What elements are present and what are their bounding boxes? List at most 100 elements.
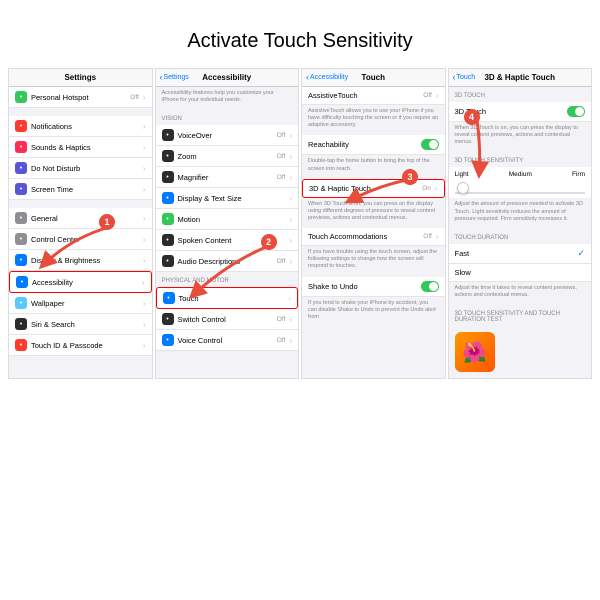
row-personal-hotspot[interactable]: •Personal HotspotOff› (9, 87, 152, 108)
row-slow[interactable]: Slow (449, 264, 592, 282)
label: Zoom (178, 152, 273, 161)
section-vision: VISION (156, 110, 299, 125)
row-touch-accommodations[interactable]: Touch AccommodationsOff› (302, 228, 445, 246)
description: AssistiveTouch allows you to use your iP… (302, 105, 445, 135)
label: Siri & Search (31, 320, 139, 329)
page-title: Activate Touch Sensitivity (0, 0, 600, 68)
app-icon: • (162, 213, 174, 225)
description: If you tend to shake your iPhone by acci… (302, 297, 445, 327)
row-switch-control[interactable]: • Switch Control Off› (156, 309, 299, 330)
chevron-right-icon: › (143, 185, 146, 194)
header-title: Settings (9, 73, 152, 82)
chevron-right-icon: › (289, 257, 292, 266)
label: Sounds & Haptics (31, 143, 139, 152)
app-icon: • (162, 255, 174, 267)
app-icon: • (15, 254, 27, 266)
test-image[interactable]: 🌺 (455, 332, 495, 372)
slider-thumb[interactable] (457, 182, 469, 194)
chevron-right-icon: › (143, 93, 146, 102)
app-icon: • (162, 129, 174, 141)
chevron-right-icon: › (289, 194, 292, 203)
section-test: 3D TOUCH SENSITIVITY AND TOUCH DURATION … (449, 305, 592, 326)
chevron-right-icon: › (289, 315, 292, 324)
label: Touch ID & Passcode (31, 341, 139, 350)
detail: Off (423, 233, 432, 240)
label: Switch Control (178, 315, 273, 324)
app-icon: • (15, 297, 27, 309)
seg-firm: Firm (572, 171, 585, 178)
row-voiceover[interactable]: •VoiceOverOff› (156, 125, 299, 146)
chevron-right-icon: › (289, 152, 292, 161)
app-icon: • (15, 183, 27, 195)
label: Do Not Disturb (31, 164, 139, 173)
panels-container: Settings •Personal HotspotOff›•Notificat… (0, 68, 600, 379)
row-assistivetouch[interactable]: AssistiveTouchOff› (302, 87, 445, 105)
chevron-right-icon: › (289, 336, 292, 345)
row-notifications[interactable]: • Notifications › (9, 116, 152, 137)
row-display-text-size[interactable]: •Display & Text Size› (156, 188, 299, 209)
label: Notifications (31, 122, 139, 131)
settings-panel: Settings •Personal HotspotOff›•Notificat… (8, 68, 153, 379)
chevron-right-icon: › (143, 235, 146, 244)
row-shake-undo[interactable]: Shake to Undo (302, 277, 445, 297)
header: ‹Touch 3D & Haptic Touch (449, 69, 592, 87)
detail: Off (277, 132, 286, 139)
label: Motion (178, 215, 286, 224)
chevron-right-icon: › (143, 122, 146, 131)
3d-touch-panel: ‹Touch 3D & Haptic Touch 3D TOUCH 3D Tou… (448, 68, 593, 379)
step-badge-2: 2 (261, 234, 277, 250)
row-do-not-disturb[interactable]: • Do Not Disturb › (9, 158, 152, 179)
row-magnifier[interactable]: •MagnifierOff› (156, 167, 299, 188)
chevron-right-icon: › (142, 278, 145, 287)
header-title: 3D & Haptic Touch (449, 73, 592, 82)
touch-panel: ‹Accessibility Touch AssistiveTouchOff› … (301, 68, 446, 379)
row-reachability[interactable]: Reachability (302, 135, 445, 155)
toggle[interactable] (567, 106, 585, 117)
row-wallpaper[interactable]: •Wallpaper› (9, 293, 152, 314)
detail: Off (277, 316, 286, 323)
chevron-right-icon: › (436, 232, 439, 241)
row-siri-search[interactable]: • Siri & Search › (9, 314, 152, 335)
row-fast[interactable]: Fast✓ (449, 244, 592, 264)
row-touch-id-passcode[interactable]: •Touch ID & Passcode› (9, 335, 152, 356)
app-icon: • (15, 318, 27, 330)
chevron-right-icon: › (143, 320, 146, 329)
description: Accessibility features help you customiz… (156, 87, 299, 110)
step-badge-4: 4 (464, 109, 480, 125)
detail: Off (130, 94, 139, 101)
detail: Off (277, 153, 286, 160)
check-icon: ✓ (577, 248, 585, 259)
chevron-right-icon: › (143, 256, 146, 265)
chevron-right-icon: › (289, 173, 292, 182)
row-sounds-haptics[interactable]: • Sounds & Haptics › (9, 137, 152, 158)
detail: Off (423, 92, 432, 99)
app-icon: • (162, 150, 174, 162)
row-screen-time[interactable]: •Screen Time› (9, 179, 152, 200)
app-icon: • (15, 339, 27, 351)
toggle[interactable] (421, 139, 439, 150)
row-voice-control[interactable]: •Voice ControlOff› (156, 330, 299, 351)
app-icon: • (162, 334, 174, 346)
arrow-2 (176, 239, 276, 311)
app-icon: • (16, 276, 28, 288)
app-icon: • (162, 313, 174, 325)
toggle[interactable] (421, 281, 439, 292)
chevron-right-icon: › (143, 143, 146, 152)
label: Wallpaper (31, 299, 139, 308)
app-icon: • (15, 141, 27, 153)
description: If you have trouble using the touch scre… (302, 246, 445, 276)
app-icon: • (163, 292, 175, 304)
row-motion[interactable]: •Motion› (156, 209, 299, 230)
chevron-right-icon: › (143, 214, 146, 223)
chevron-right-icon: › (288, 294, 291, 303)
app-icon: • (15, 162, 27, 174)
app-icon: • (162, 192, 174, 204)
chevron-right-icon: › (143, 164, 146, 173)
label: AssistiveTouch (308, 91, 419, 100)
app-icon: • (15, 212, 27, 224)
row-zoom[interactable]: • Zoom Off› (156, 146, 299, 167)
header: Settings (9, 69, 152, 87)
detail: Off (277, 258, 286, 265)
app-icon: • (15, 120, 27, 132)
header-title: Touch (302, 73, 445, 82)
